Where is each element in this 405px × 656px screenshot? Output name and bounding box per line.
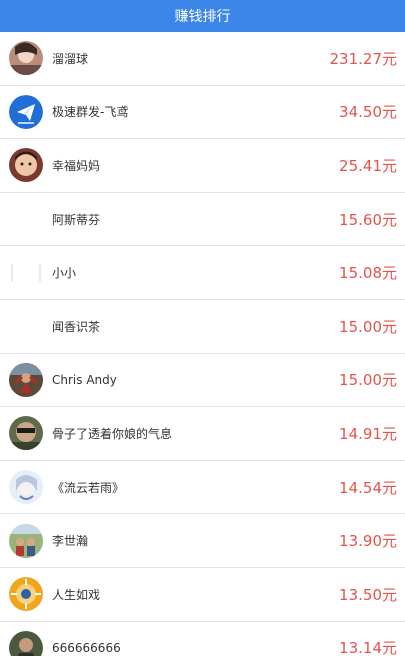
earnings-amount: 231.27元 bbox=[329, 49, 398, 68]
list-item[interactable]: 李世瀚 13.90元 bbox=[0, 514, 405, 568]
earnings-amount: 15.08元 bbox=[339, 264, 397, 283]
earnings-amount: 13.90元 bbox=[339, 532, 397, 551]
earnings-amount: 13.14元 bbox=[339, 639, 397, 656]
earnings-amount: 14.91元 bbox=[339, 424, 397, 443]
user-name: 溜溜球 bbox=[52, 51, 89, 66]
list-item[interactable]: 骨子了透着你娘的气息 14.91元 bbox=[0, 407, 405, 461]
avatar[interactable] bbox=[9, 309, 43, 343]
earnings-amount: 25.41元 bbox=[339, 156, 397, 175]
list-item[interactable]: 阿斯蒂芬 15.60元 bbox=[0, 193, 405, 247]
avatar[interactable] bbox=[9, 470, 43, 505]
avatar[interactable] bbox=[9, 523, 43, 558]
earnings-amount: 15.60元 bbox=[339, 210, 397, 229]
list-item[interactable]: 小小 15.08元 bbox=[0, 246, 405, 300]
list-item[interactable]: 极速群发-飞鸢 34.50元 bbox=[0, 86, 405, 140]
list-item[interactable]: 《流云若雨》 14.54元 bbox=[0, 461, 405, 515]
list-item[interactable]: 幸福妈妈 25.41元 bbox=[0, 139, 405, 193]
list-item[interactable]: 666666666 13.14元 bbox=[0, 622, 405, 656]
avatar[interactable] bbox=[9, 202, 43, 236]
user-name: 幸福妈妈 bbox=[52, 158, 101, 173]
user-name: 闻香识茶 bbox=[52, 319, 101, 334]
list-item[interactable]: 溜溜球 231.27元 bbox=[0, 32, 405, 86]
avatar-placeholder-icon[interactable] bbox=[9, 256, 43, 290]
user-name: 《流云若雨》 bbox=[52, 480, 125, 495]
earnings-amount: 15.00元 bbox=[339, 317, 397, 336]
ranking-list: 溜溜球 231.27元 极速群发-飞鸢 34.50元 幸福妈妈 25.41元 阿… bbox=[0, 32, 405, 656]
avatar[interactable] bbox=[9, 148, 43, 183]
avatar[interactable] bbox=[9, 362, 43, 397]
earnings-amount: 13.50元 bbox=[339, 585, 397, 604]
paper-plane-logo-icon[interactable] bbox=[9, 94, 43, 129]
list-item[interactable]: 闻香识茶 15.00元 bbox=[0, 300, 405, 354]
avatar[interactable] bbox=[9, 577, 43, 612]
page-title-bar: 赚钱排行 bbox=[0, 0, 405, 32]
avatar[interactable] bbox=[9, 41, 43, 76]
user-name: 阿斯蒂芬 bbox=[52, 212, 101, 227]
avatar[interactable] bbox=[9, 416, 43, 451]
earnings-amount: 15.00元 bbox=[339, 371, 397, 390]
earnings-amount: 14.54元 bbox=[339, 478, 397, 497]
user-name: 小小 bbox=[52, 266, 77, 281]
user-name: 李世瀚 bbox=[52, 534, 89, 549]
earnings-amount: 34.50元 bbox=[339, 103, 397, 122]
user-name: 骨子了透着你娘的气息 bbox=[52, 426, 173, 441]
avatar[interactable] bbox=[9, 630, 43, 656]
user-name: 666666666 bbox=[52, 640, 121, 655]
user-name: 人生如戏 bbox=[52, 587, 101, 602]
list-item[interactable]: Chris Andy 15.00元 bbox=[0, 354, 405, 408]
page-title: 赚钱排行 bbox=[174, 9, 231, 25]
list-item[interactable]: 人生如戏 13.50元 bbox=[0, 568, 405, 622]
user-name: 极速群发-飞鸢 bbox=[52, 105, 129, 120]
user-name: Chris Andy bbox=[52, 372, 117, 387]
